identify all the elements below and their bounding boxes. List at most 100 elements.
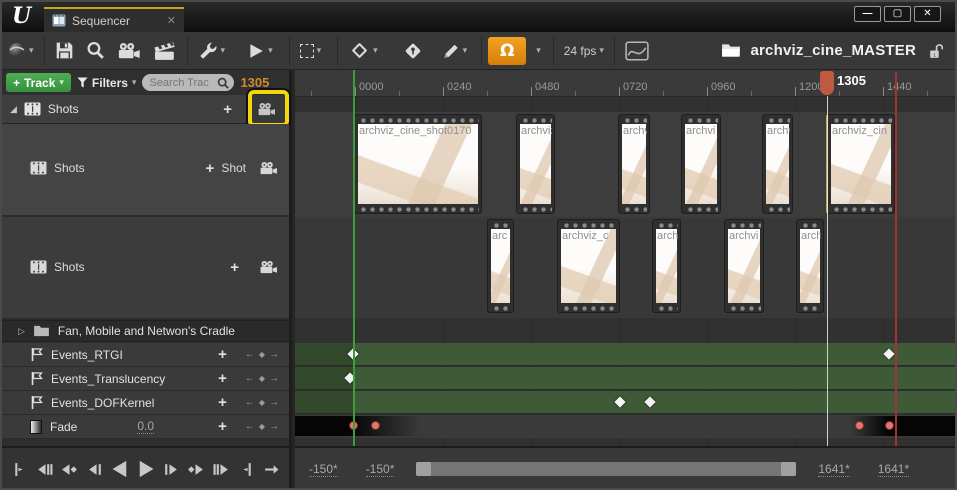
event-track-row[interactable]: Events_DOFKernel +←◆→ [2,391,289,415]
key-navigation[interactable]: ←◆→ [245,349,279,360]
shot-clip[interactable]: archviz_cin [826,114,895,214]
timeline-scrollbar[interactable] [416,462,796,476]
keyframe-diamond[interactable] [644,396,655,407]
step-forward-button[interactable] [159,456,182,482]
set-start-button[interactable] [8,456,31,482]
fade-keyframe[interactable] [885,421,894,430]
shots-track-row[interactable]: Shots + [2,217,289,320]
sequence-breadcrumb[interactable]: archviz_cine_MASTER [715,35,922,67]
lock-sequence-button[interactable]: 1 [922,35,949,67]
event-lane[interactable] [295,367,957,390]
curve-editor-button[interactable] [619,35,655,67]
shot-clip[interactable]: arch [796,219,824,313]
shot-clip[interactable]: archvi [724,219,764,313]
working-range-end[interactable]: 1641* [878,462,909,477]
play-reverse-button[interactable] [109,456,132,482]
shot-clip[interactable]: archviz_cine_shot0170 [354,114,482,214]
shot-clip[interactable]: archviz_c [557,219,620,313]
maximize-button[interactable]: ▢ [884,6,911,22]
playhead-marker[interactable] [820,71,834,95]
next-key-button[interactable] [184,456,207,482]
auto-key-button[interactable] [398,35,428,67]
select-edit-options-button[interactable]: ▾ [294,35,328,67]
add-track-button[interactable]: + Track ▾ [6,73,71,92]
camera-icon[interactable] [259,260,279,275]
fade-keyframe[interactable] [371,421,380,430]
shot-clip[interactable]: archviz [516,114,555,214]
folder-row[interactable]: ▷ Fan, Mobile and Netwon's Cradle [2,320,289,342]
fps-dropdown[interactable]: 24 fps ▾ [558,35,610,67]
add-shot-icon[interactable]: + [223,102,232,117]
event-track-row[interactable]: Events_Translucency +←◆→ [2,367,289,391]
collapse-triangle-icon[interactable]: ▷ [18,326,25,337]
snap-options-chevron-icon[interactable]: ▾ [536,45,541,56]
fade-value[interactable]: 0.0 [137,419,154,434]
keyframe-options-button[interactable]: ▾ [348,35,384,67]
shots-lane-2 [295,217,957,318]
close-button[interactable]: ✕ [914,6,941,22]
working-range-start[interactable]: -150* [309,462,338,477]
add-section-icon[interactable]: + [218,395,227,410]
tab-sequencer[interactable]: Sequencer ✕ [44,7,184,32]
playback-options-button[interactable]: ▾ [241,35,279,67]
to-end-button[interactable] [210,456,233,482]
scrollbar-left-handle[interactable] [416,462,431,476]
edit-options-button[interactable]: ▾ [436,35,474,67]
next-key-icon: → [269,373,279,384]
fade-track-row[interactable]: Fade 0.0 +←◆→ [2,415,289,439]
marquee-select-icon [300,44,314,58]
shot-clip[interactable]: archv [618,114,650,214]
add-shot-icon[interactable]: + [230,260,239,275]
search-input[interactable] [147,76,215,90]
sequencer-options-button[interactable]: ▾ [192,35,232,67]
shot-clip[interactable]: arch [652,219,681,313]
ruler-tick-major [883,87,884,96]
shot-clip[interactable]: archv [762,114,793,214]
current-frame-value[interactable]: 1305 [240,75,269,90]
shot-clip-label: archvi [686,125,718,137]
key-navigation[interactable]: ←◆→ [245,397,279,408]
add-section-icon[interactable]: + [218,347,227,362]
view-range-start[interactable]: -150* [366,462,395,477]
world-outliner-button[interactable]: ▾ [2,35,40,67]
add-section-icon[interactable]: + [218,371,227,386]
expand-triangle-icon[interactable]: ◢ [10,104,17,115]
snap-toggle-button[interactable]: Ω [486,35,528,67]
fade-keyframe[interactable] [855,421,864,430]
render-movie-button[interactable] [147,35,183,67]
event-lane[interactable] [295,391,957,414]
camera-icon[interactable] [259,161,279,176]
fade-lane[interactable] [295,415,957,438]
add-shot-label[interactable]: Shot [221,161,246,175]
shots-track-row[interactable]: Shots + Shot [2,124,289,217]
to-front-button[interactable] [33,456,56,482]
step-back-button[interactable] [84,456,107,482]
search-tracks-field[interactable] [142,74,234,91]
event-track-row[interactable]: Events_RTGI +←◆→ [2,343,289,367]
keyframe-diamond[interactable] [883,348,894,359]
playback-mode-button[interactable] [260,456,283,482]
key-navigation[interactable]: ←◆→ [245,373,279,384]
tab-close-icon[interactable]: ✕ [167,14,176,27]
shot-clip[interactable]: arc [487,219,514,313]
film-sprockets-top [830,116,892,123]
find-in-sequence-button[interactable] [80,35,111,67]
shot-clip[interactable]: archvi [681,114,721,214]
add-key-plus-icon[interactable]: + [218,419,227,434]
event-lane[interactable] [295,343,957,366]
set-end-button[interactable] [235,456,258,482]
shots-root-row[interactable]: ◢ Shots + [2,95,289,124]
save-button[interactable] [49,35,80,67]
filters-button[interactable]: Filters ▾ [77,76,137,90]
add-shot-icon[interactable]: + [206,161,215,176]
timeline-area[interactable]: 0000024004800720096012001440 archviz_cin… [295,70,957,446]
key-navigation[interactable]: ←◆→ [245,421,279,432]
play-button[interactable] [134,456,157,482]
scrollbar-right-handle[interactable] [781,462,796,476]
keyframe-diamond[interactable] [614,396,625,407]
minimize-button[interactable]: — [854,6,881,22]
playback-mode-icon [263,461,280,478]
create-camera-button[interactable] [111,35,147,67]
previous-key-button[interactable] [58,456,81,482]
view-range-end[interactable]: 1641* [818,462,849,477]
